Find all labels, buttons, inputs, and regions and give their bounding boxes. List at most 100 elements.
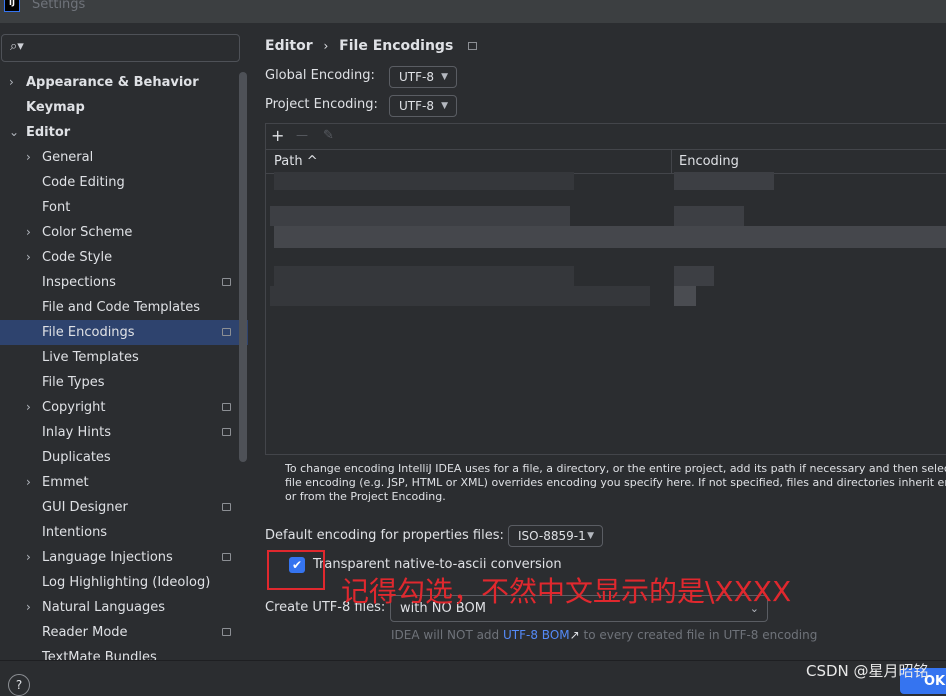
- sidebar-item-reader-mode[interactable]: Reader Mode: [0, 620, 248, 645]
- sidebar-item-label: Natural Languages: [42, 600, 166, 615]
- encoding-table: + — ✎ Path ^ Encoding: [265, 123, 946, 455]
- hint-line: To change encoding IntelliJ IDEA uses fo…: [285, 462, 946, 475]
- sidebar-item-general[interactable]: › General: [0, 145, 248, 170]
- sidebar-item-language-injections[interactable]: › Language Injections: [0, 545, 248, 570]
- properties-encoding-dropdown[interactable]: ISO-8859-1 ▼: [508, 525, 603, 547]
- breadcrumb: Editor › File Encodings: [265, 38, 478, 54]
- external-link-icon: ↗: [569, 628, 580, 642]
- chevron-down-icon[interactable]: ⌄: [9, 120, 19, 145]
- project-encoding-label: Project Encoding:: [265, 97, 378, 112]
- sidebar-item-inspections[interactable]: Inspections: [0, 270, 248, 295]
- encoding-hint: To change encoding IntelliJ IDEA uses fo…: [285, 462, 946, 504]
- sidebar-item-appearance-behavior[interactable]: › Appearance & Behavior: [0, 70, 248, 95]
- column-header-path[interactable]: Path ^: [274, 154, 318, 169]
- bom-note-suffix: to every created file in UTF-8 encoding: [583, 628, 818, 642]
- sidebar-item-color-scheme[interactable]: › Color Scheme: [0, 220, 248, 245]
- sidebar-item-label: GUI Designer: [42, 500, 128, 515]
- project-encoding-dropdown[interactable]: UTF-8 ▼: [389, 95, 457, 117]
- blurred-row: [274, 172, 574, 190]
- chevron-right-icon[interactable]: ›: [26, 470, 31, 495]
- breadcrumb-separator: ›: [323, 39, 329, 53]
- sidebar-item-natural-languages[interactable]: › Natural Languages: [0, 595, 248, 620]
- bom-note-prefix: IDEA will NOT add: [391, 628, 500, 642]
- watermark: CSDN @星月昭铭: [806, 662, 929, 680]
- sidebar-item-emmet[interactable]: › Emmet: [0, 470, 248, 495]
- sidebar-item-label: Inspections: [42, 275, 116, 290]
- dropdown-arrow-icon: ▼: [587, 531, 594, 541]
- title-bar: IJ Settings: [0, 0, 946, 23]
- dropdown-arrow-icon: ▼: [441, 101, 448, 111]
- blurred-row: [274, 266, 574, 286]
- project-scope-icon: [222, 403, 231, 411]
- chevron-right-icon[interactable]: ›: [26, 245, 31, 270]
- chevron-right-icon[interactable]: ›: [9, 70, 14, 95]
- hint-line: or from the Project Encoding.: [285, 490, 446, 503]
- sidebar-item-label: File and Code Templates: [42, 300, 200, 315]
- properties-encoding-label: Default encoding for properties files:: [265, 528, 504, 543]
- sidebar-item-code-editing[interactable]: Code Editing: [0, 170, 248, 195]
- sidebar-item-label: Log Highlighting (Ideolog): [42, 575, 211, 590]
- project-scope-icon: [222, 278, 231, 286]
- chevron-right-icon[interactable]: ›: [26, 145, 31, 170]
- blurred-row: [274, 226, 946, 248]
- chevron-right-icon[interactable]: ›: [26, 395, 31, 420]
- sidebar-scrollbar[interactable]: [239, 72, 247, 462]
- sidebar-item-label: Editor: [26, 125, 71, 140]
- sidebar-item-live-templates[interactable]: Live Templates: [0, 345, 248, 370]
- sidebar-item-label: Code Editing: [42, 175, 125, 190]
- sidebar-item-file-and-code-templates[interactable]: File and Code Templates: [0, 295, 248, 320]
- sidebar-item-label: File Encodings: [42, 325, 135, 340]
- blurred-row: [674, 172, 774, 190]
- sidebar-item-label: File Types: [42, 375, 105, 390]
- sidebar-item-gui-designer[interactable]: GUI Designer: [0, 495, 248, 520]
- settings-search-input[interactable]: ⌕▾: [1, 34, 240, 62]
- sidebar-item-label: Inlay Hints: [42, 425, 111, 440]
- blurred-row: [270, 286, 650, 306]
- global-encoding-label: Global Encoding:: [265, 68, 375, 83]
- help-button[interactable]: ?: [8, 674, 30, 696]
- add-icon[interactable]: +: [271, 126, 284, 145]
- global-encoding-value: UTF-8: [399, 70, 434, 84]
- remove-icon[interactable]: —: [296, 128, 308, 142]
- blurred-row: [674, 266, 714, 286]
- sidebar-item-keymap[interactable]: Keymap: [0, 95, 248, 120]
- search-icon: ⌕▾: [10, 39, 24, 54]
- blurred-row: [674, 206, 744, 226]
- utf8-bom-link[interactable]: UTF-8 BOM: [503, 628, 570, 642]
- project-scope-icon: [222, 328, 231, 336]
- sidebar-item-label: Language Injections: [42, 550, 173, 565]
- sidebar-item-duplicates[interactable]: Duplicates: [0, 445, 248, 470]
- sidebar-item-copyright[interactable]: › Copyright: [0, 395, 248, 420]
- annotation-text: 记得勾选，不然中文显示的是\XXXX: [341, 575, 792, 608]
- sidebar-item-label: Intentions: [42, 525, 108, 540]
- sidebar-item-label: Code Style: [42, 250, 113, 265]
- chevron-right-icon[interactable]: ›: [26, 545, 31, 570]
- sidebar-item-editor[interactable]: ⌄ Editor: [0, 120, 248, 145]
- sidebar-item-label: Reader Mode: [42, 625, 128, 640]
- window-icon: [468, 42, 478, 50]
- sidebar-item-intentions[interactable]: Intentions: [0, 520, 248, 545]
- sidebar-item-file-encodings[interactable]: File Encodings: [0, 320, 248, 345]
- project-scope-icon: [222, 428, 231, 436]
- chevron-right-icon[interactable]: ›: [26, 595, 31, 620]
- sidebar-item-code-style[interactable]: › Code Style: [0, 245, 248, 270]
- sidebar-item-label: TextMate Bundles: [42, 650, 157, 660]
- sidebar-item-file-types[interactable]: File Types: [0, 370, 248, 395]
- dropdown-arrow-icon: ▼: [441, 72, 448, 82]
- edit-icon[interactable]: ✎: [323, 128, 334, 143]
- sidebar-item-textmate-bundles[interactable]: TextMate Bundles: [0, 645, 248, 660]
- sidebar-item-font[interactable]: Font: [0, 195, 248, 220]
- bom-note: IDEA will NOT add UTF-8 BOM↗ to every cr…: [391, 628, 817, 642]
- global-encoding-dropdown[interactable]: UTF-8 ▼: [389, 66, 457, 88]
- sidebar-item-inlay-hints[interactable]: Inlay Hints: [0, 420, 248, 445]
- breadcrumb-parent[interactable]: Editor: [265, 38, 313, 54]
- sidebar-item-label: Keymap: [26, 100, 85, 115]
- app-logo: IJ: [4, 0, 20, 12]
- column-header-encoding[interactable]: Encoding: [679, 154, 739, 169]
- sidebar-item-log-highlighting-ideolog[interactable]: Log Highlighting (Ideolog): [0, 570, 248, 595]
- project-scope-icon: [222, 553, 231, 561]
- properties-encoding-value: ISO-8859-1: [518, 529, 586, 543]
- table-toolbar: + — ✎: [266, 124, 946, 150]
- sidebar-item-label: Emmet: [42, 475, 89, 490]
- chevron-right-icon[interactable]: ›: [26, 220, 31, 245]
